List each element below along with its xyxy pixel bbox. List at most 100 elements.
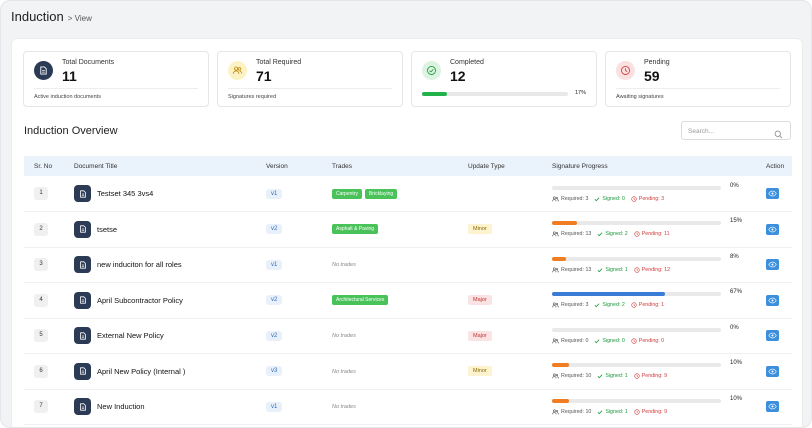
signature-progress: 67% Required: 3 Signed: 2 Pending: 1: [552, 287, 766, 313]
required-count: Required: 13: [552, 231, 591, 237]
version-badge: v1: [266, 401, 283, 412]
view-button[interactable]: [766, 188, 779, 199]
required-text: Required: 13: [561, 231, 592, 238]
version-badge: v2: [266, 224, 283, 235]
signature-progress: 10% Required: 10 Signed: 1 Pending: 9: [552, 394, 766, 420]
column-header-signature-progress[interactable]: Signature Progress: [552, 156, 766, 176]
required-count: Required: 13: [552, 267, 591, 273]
trade-badge: Architectural Services: [332, 295, 389, 306]
completed-progress-fill: [422, 92, 447, 96]
signature-progress-bar: [552, 363, 721, 368]
row-number: 3: [34, 258, 48, 272]
users-icon: [552, 231, 559, 237]
signature-progress-bar: [552, 185, 721, 190]
card-label: Total Documents: [62, 59, 115, 66]
signature-progress-percent: 10%: [730, 395, 743, 402]
total-documents-card: Total Documents 11 Active induction docu…: [23, 51, 209, 107]
pending-text: Pending: 12: [641, 266, 671, 273]
card-divider: [228, 88, 392, 89]
clock-icon: [616, 61, 635, 80]
table-row: 1 Testset 345 3vs4 v1 Carpentry Bricklayi…: [24, 176, 792, 212]
card-subtitle: Awaiting signatures: [616, 94, 664, 100]
document-title[interactable]: External New Policy: [97, 331, 164, 340]
pending-text: Pending: 1: [638, 302, 665, 309]
pending-count: Pending: 9: [634, 409, 667, 415]
document-title[interactable]: April New Policy (Internal ): [97, 367, 185, 376]
row-number: 6: [34, 364, 48, 378]
signature-progress-fill: [552, 256, 566, 261]
pending-count: Pending: 9: [634, 373, 667, 379]
view-button[interactable]: [766, 401, 779, 413]
trade-badge: Bricklaying: [364, 188, 398, 199]
column-header-sr-no[interactable]: Sr. No: [24, 156, 74, 176]
search-icon[interactable]: [774, 126, 783, 144]
users-icon: [228, 61, 247, 80]
check-icon: [597, 410, 603, 414]
clock-icon: [634, 409, 640, 415]
clock-icon: [631, 195, 637, 202]
search-input[interactable]: [688, 125, 768, 137]
signature-progress-bar: [552, 398, 721, 403]
breadcrumb[interactable]: > View: [68, 14, 92, 23]
view-button[interactable]: [766, 294, 779, 306]
section-title: Induction Overview: [24, 125, 118, 137]
row-number: 4: [34, 293, 48, 307]
clock-icon: [631, 302, 637, 308]
signature-progress: 15% Required: 13 Signed: 2 Pending: 11: [552, 216, 766, 242]
app-frame: Induction > View Total Documents 11 Acti…: [0, 0, 812, 428]
document-title[interactable]: Testset 345 3vs4: [97, 189, 153, 198]
column-header-trades[interactable]: Trades: [332, 156, 468, 176]
pending-count: Pending: 1: [631, 302, 664, 308]
check-circle-icon: [422, 61, 441, 80]
signed-text: Signed: 0: [602, 337, 625, 344]
update-type-badge: Major: [468, 295, 492, 306]
users-icon: [552, 338, 559, 344]
clock-icon: [634, 267, 640, 273]
required-count: Required: 0: [552, 338, 588, 344]
required-count: Required: 10: [552, 409, 591, 415]
clock-icon: [634, 231, 640, 237]
signed-count: Signed: 1: [597, 267, 628, 273]
check-icon: [595, 339, 600, 343]
table-row: 3 new induciton for all roles v1 No trad…: [24, 247, 792, 283]
signature-progress-fill: [552, 221, 578, 226]
required-text: Required: 10: [561, 373, 592, 380]
document-title[interactable]: tsetse: [97, 225, 117, 234]
row-number: 1: [34, 187, 48, 200]
signature-progress-percent: 8%: [730, 253, 739, 260]
check-icon: [595, 196, 600, 201]
signature-progress-percent: 67%: [730, 289, 743, 296]
column-header-version[interactable]: Version: [266, 156, 332, 176]
view-button[interactable]: [766, 259, 779, 271]
column-header-document-title[interactable]: Document Title: [74, 156, 266, 176]
required-text: Required: 0: [561, 337, 589, 344]
no-trades-label: No trades: [332, 368, 356, 375]
signature-progress: 10% Required: 10 Signed: 1 Pending: 9: [552, 358, 766, 384]
view-button[interactable]: [766, 223, 779, 235]
pending-count: Pending: 0: [631, 338, 664, 344]
column-header-update-type[interactable]: Update Type: [468, 156, 552, 176]
completed-progress-percent: 17%: [575, 90, 587, 96]
document-title[interactable]: New Induction: [97, 402, 145, 411]
eye-icon: [768, 332, 777, 339]
signed-text: Signed: 2: [605, 231, 628, 238]
document-title[interactable]: new induciton for all roles: [97, 260, 182, 269]
signature-progress-fill: [552, 363, 569, 368]
version-badge: v1: [266, 188, 283, 199]
table-row: 4 April Subcontractor Policy v2 Architec…: [24, 283, 792, 318]
clock-icon: [631, 338, 637, 344]
version-badge: v1: [266, 259, 283, 270]
update-type-badge: Minor: [468, 366, 492, 377]
users-icon: [552, 195, 559, 201]
document-icon: [74, 362, 91, 380]
signed-count: Signed: 1: [597, 373, 628, 379]
required-text: Required: 3: [561, 302, 589, 309]
clock-icon: [634, 373, 640, 379]
view-button[interactable]: [766, 330, 779, 342]
search-box[interactable]: [681, 121, 791, 140]
card-value: 71: [256, 68, 272, 84]
document-title[interactable]: April Subcontractor Policy: [97, 296, 183, 305]
pending-count: Pending: 11: [634, 231, 670, 237]
version-badge: v3: [266, 366, 283, 377]
view-button[interactable]: [766, 365, 779, 377]
